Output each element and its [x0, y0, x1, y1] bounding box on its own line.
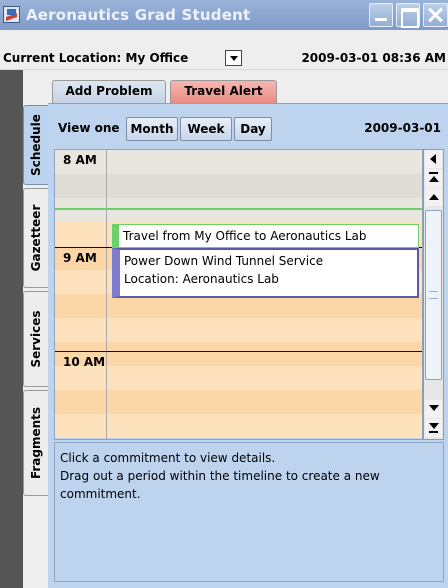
tab-add-problem[interactable]: Add Problem: [52, 80, 166, 103]
hour-line: [55, 351, 422, 352]
tab-gazetteer-label: Gazetteer: [29, 204, 43, 272]
vertical-scrollbar[interactable]: [423, 149, 444, 440]
scrollbar-thumb[interactable]: [425, 210, 442, 380]
day-timeline[interactable]: 8 AM 9 AM 10 AM Travel from My Office to…: [54, 149, 423, 440]
time-slot[interactable]: [55, 318, 422, 342]
tab-schedule-label: Schedule: [29, 114, 43, 176]
maximize-icon[interactable]: [396, 3, 420, 28]
details-hint-line: Click a commitment to view details.: [60, 451, 276, 465]
time-slot[interactable]: [55, 342, 422, 366]
commitment-power-down[interactable]: Power Down Wind Tunnel Service Location:…: [112, 248, 419, 298]
commitment-location: Location: Aeronautics Lab: [124, 272, 279, 286]
time-slot[interactable]: [55, 150, 422, 174]
hour-column-divider: [55, 150, 107, 439]
tab-gazetteer[interactable]: Gazetteer: [23, 188, 48, 288]
hour-label: 9 AM: [63, 251, 97, 265]
day-button[interactable]: Day: [234, 117, 272, 141]
commitment-title: Power Down Wind Tunnel Service: [124, 254, 324, 268]
scroll-down-icon[interactable]: [425, 400, 442, 418]
location-dropdown-icon[interactable]: [225, 50, 242, 66]
minimize-icon[interactable]: [369, 3, 393, 27]
side-strip: [0, 70, 23, 588]
week-button[interactable]: Week: [180, 117, 232, 141]
time-slot[interactable]: [55, 366, 422, 390]
hour-label: 8 AM: [63, 153, 97, 167]
window-title: Aeronautics Grad Student: [26, 6, 251, 24]
commitment-details-panel: Click a commitment to view details. Drag…: [54, 442, 444, 582]
details-hint-line: commitment.: [60, 487, 141, 501]
details-hint-line: Drag out a period within the timeline to…: [60, 469, 380, 483]
current-location-label: Current Location: My Office: [3, 51, 189, 65]
time-slot[interactable]: [55, 414, 422, 438]
tab-services[interactable]: Services: [23, 291, 48, 387]
current-time-line: [55, 208, 422, 210]
view-date: 2009-03-01: [364, 121, 441, 135]
scroll-to-bottom-icon[interactable]: [425, 419, 442, 437]
tab-fragments[interactable]: Fragments: [23, 390, 48, 496]
location-bar: Current Location: My Office 2009-03-01 0…: [0, 30, 448, 70]
hour-label: 10 AM: [63, 355, 106, 369]
scroll-left-icon[interactable]: [425, 150, 442, 168]
close-icon[interactable]: [423, 3, 448, 27]
scroll-to-top-icon[interactable]: [425, 169, 442, 187]
tab-fragments-label: Fragments: [29, 406, 43, 480]
month-button[interactable]: Month: [126, 117, 178, 141]
tab-services-label: Services: [29, 310, 43, 368]
title-bar[interactable]: Aeronautics Grad Student: [0, 0, 448, 30]
time-slot[interactable]: [55, 390, 422, 414]
commitment-travel[interactable]: Travel from My Office to Aeronautics Lab: [112, 224, 419, 248]
tab-schedule[interactable]: Schedule: [23, 105, 48, 185]
view-one-label: View one: [58, 121, 120, 135]
current-datetime: 2009-03-01 08:36 AM: [301, 51, 446, 65]
tab-travel-alert[interactable]: Travel Alert: [170, 80, 277, 103]
commitment-title: Travel from My Office to Aeronautics Lab: [123, 229, 367, 243]
scroll-up-icon[interactable]: [425, 188, 442, 206]
time-slot[interactable]: [55, 198, 422, 222]
application-icon[interactable]: [3, 6, 20, 23]
time-slot[interactable]: [55, 174, 422, 198]
